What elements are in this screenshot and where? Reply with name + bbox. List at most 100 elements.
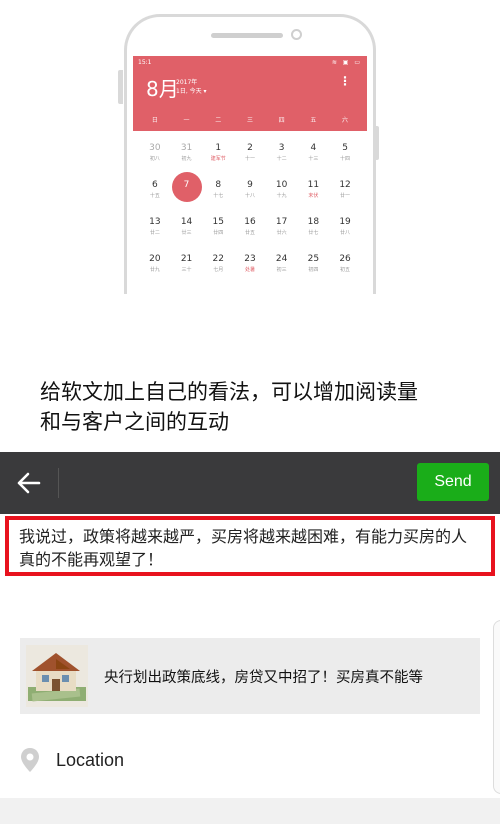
weekday-label: 三 xyxy=(246,117,253,124)
calendar-day[interactable]: 12 廿一 xyxy=(332,174,358,211)
calendar-day[interactable]: 19 廿八 xyxy=(332,211,358,248)
comment-input[interactable]: 我说过，政策将越来越严，买房将越来越困难，有能力买房的人真的不能再观望了！ xyxy=(5,516,495,576)
caption-line-2: 和与客户之间的互动 xyxy=(40,410,229,434)
calendar-today-selector[interactable]: 1日, 今天 ▾ xyxy=(176,86,207,95)
weekday-label: 日 xyxy=(151,117,158,124)
calendar-week-row: 13 廿二 14 廿三 15 廿四 16 廿五 17 廿六 18 廿七 19 廿八 xyxy=(139,211,361,248)
day-number: 23 xyxy=(244,254,256,264)
day-number: 1 xyxy=(215,143,222,153)
lunar-date: 廿六 xyxy=(276,230,287,236)
calendar-day-selected[interactable]: 7 xyxy=(171,172,202,211)
day-number: 13 xyxy=(149,217,161,227)
day-number: 16 xyxy=(244,217,256,227)
calendar-week-row: 6 十五 7 8 十七 9 十八 10 十九 11 末伏 12 廿一 xyxy=(139,172,361,211)
calendar-day[interactable]: 8 十七 xyxy=(205,174,231,211)
calendar-header: 15:1 ≋ ▣ ▭ 8月 2017年 1日, 今天 ▾ ⋮ 日 一 二 三 四 五 六 xyxy=(133,56,367,131)
day-number: 14 xyxy=(180,217,193,227)
lunar-date: 三十 xyxy=(181,267,192,273)
day-number: 17 xyxy=(275,217,288,227)
shared-article-card[interactable]: 央行划出政策底线，房贷又中招了！买房真不能等 xyxy=(20,638,480,714)
calendar-year: 2017年 xyxy=(176,79,198,86)
calendar-day[interactable]: 23 处暑 xyxy=(237,248,263,285)
calendar-month: 8月 xyxy=(146,77,179,101)
house-money-image xyxy=(26,645,88,707)
lunar-date: 十九 xyxy=(276,193,287,199)
day-number: 31 xyxy=(180,143,193,153)
bottom-divider xyxy=(0,798,500,824)
status-icons: ≋ ▣ ▭ xyxy=(331,59,362,66)
weekday-header: 日一二三四五六 xyxy=(133,115,367,124)
calendar-day[interactable]: 1 建军节 xyxy=(205,137,231,174)
lunar-date: 十七 xyxy=(213,193,224,199)
calendar-day[interactable]: 14 廿三 xyxy=(174,211,200,248)
article-thumbnail xyxy=(26,645,88,707)
calendar-day[interactable]: 15 廿四 xyxy=(205,211,231,248)
location-selector[interactable]: Location xyxy=(20,740,124,780)
calendar-day[interactable]: 25 初四 xyxy=(300,248,326,285)
day-number: 25 xyxy=(307,254,320,264)
day-number: 10 xyxy=(275,180,288,190)
calendar-day[interactable]: 11 末伏 xyxy=(300,174,326,211)
calendar-day[interactable]: 13 廿二 xyxy=(142,211,168,248)
lunar-date: 廿四 xyxy=(213,230,224,236)
day-number: 22 xyxy=(212,254,224,264)
calendar-day[interactable]: 9 十八 xyxy=(237,174,263,211)
lunar-date: 十五 xyxy=(149,193,160,199)
more-menu-icon[interactable]: ⋮ xyxy=(339,75,351,87)
lunar-date: 十一 xyxy=(244,156,255,162)
day-number: 11 xyxy=(307,180,320,190)
side-panel-edge xyxy=(493,620,500,794)
calendar-day[interactable]: 17 廿六 xyxy=(269,211,295,248)
day-number: 3 xyxy=(278,143,285,153)
calendar-day[interactable]: 4 十三 xyxy=(300,137,326,174)
lunar-date: 廿七 xyxy=(308,230,319,236)
lunar-date: 处暑 xyxy=(244,267,255,273)
back-button[interactable] xyxy=(12,466,46,500)
lunar-date: 廿二 xyxy=(149,230,160,236)
day-number: 19 xyxy=(339,217,351,227)
calendar-day[interactable]: 31 初九 xyxy=(174,137,200,174)
lunar-date: 初八 xyxy=(149,156,160,162)
calendar-day[interactable]: 6 十五 xyxy=(142,174,168,211)
caption: 给软文加上自己的看法，可以增加阅读量 和与客户之间的互动 xyxy=(40,377,480,437)
day-number: 12 xyxy=(339,180,351,190)
lunar-date: 初九 xyxy=(181,156,192,162)
caption-line-1: 给软文加上自己的看法，可以增加阅读量 xyxy=(40,380,418,404)
day-number: 6 xyxy=(151,180,158,190)
lunar-date: 初三 xyxy=(276,267,287,273)
lunar-date: 十八 xyxy=(244,193,255,199)
calendar-week-row: 20 廿九 21 三十 22 七月 23 处暑 24 初三 25 初四 26 初五 xyxy=(139,248,361,285)
phone-mockup: 15:1 ≋ ▣ ▭ 8月 2017年 1日, 今天 ▾ ⋮ 日 一 二 三 四 五 六 3… xyxy=(124,14,376,294)
calendar-day[interactable]: 21 三十 xyxy=(174,248,200,285)
phone-speaker xyxy=(211,33,283,38)
calendar-day[interactable]: 16 廿五 xyxy=(237,211,263,248)
lunar-date: 廿五 xyxy=(244,230,255,236)
phone-volume-button xyxy=(118,70,123,104)
day-number: 5 xyxy=(342,143,348,153)
calendar-day[interactable]: 22 七月 xyxy=(205,248,231,285)
calendar-day[interactable]: 24 初三 xyxy=(269,248,295,285)
calendar-day[interactable]: 3 十二 xyxy=(269,137,295,174)
day-number: 2 xyxy=(247,143,253,153)
status-time: 15:1 xyxy=(138,59,152,66)
day-number: 4 xyxy=(310,143,317,153)
location-label: Location xyxy=(56,749,125,770)
weekday-label: 四 xyxy=(278,117,285,124)
lunar-date: 廿八 xyxy=(340,230,351,236)
calendar-day[interactable]: 20 廿九 xyxy=(142,248,168,285)
calendar-day[interactable]: 26 初五 xyxy=(332,248,358,285)
day-number: 18 xyxy=(307,217,320,227)
calendar-day[interactable]: 30 初八 xyxy=(142,137,168,174)
day-number: 20 xyxy=(149,254,161,264)
calendar-day[interactable]: 2 十一 xyxy=(237,137,263,174)
calendar-day[interactable]: 10 十九 xyxy=(269,174,295,211)
article-title: 央行划出政策底线，房贷又中招了！买房真不能等 xyxy=(104,669,423,686)
calendar-day[interactable]: 18 廿七 xyxy=(300,211,326,248)
weekday-label: 六 xyxy=(342,117,349,124)
day-number: 30 xyxy=(149,143,161,153)
lunar-date: 廿九 xyxy=(149,267,160,273)
lunar-date: 初五 xyxy=(340,267,351,273)
lunar-date: 末伏 xyxy=(308,193,319,199)
send-button[interactable]: Send xyxy=(417,463,489,501)
calendar-day[interactable]: 5 十四 xyxy=(332,137,358,174)
